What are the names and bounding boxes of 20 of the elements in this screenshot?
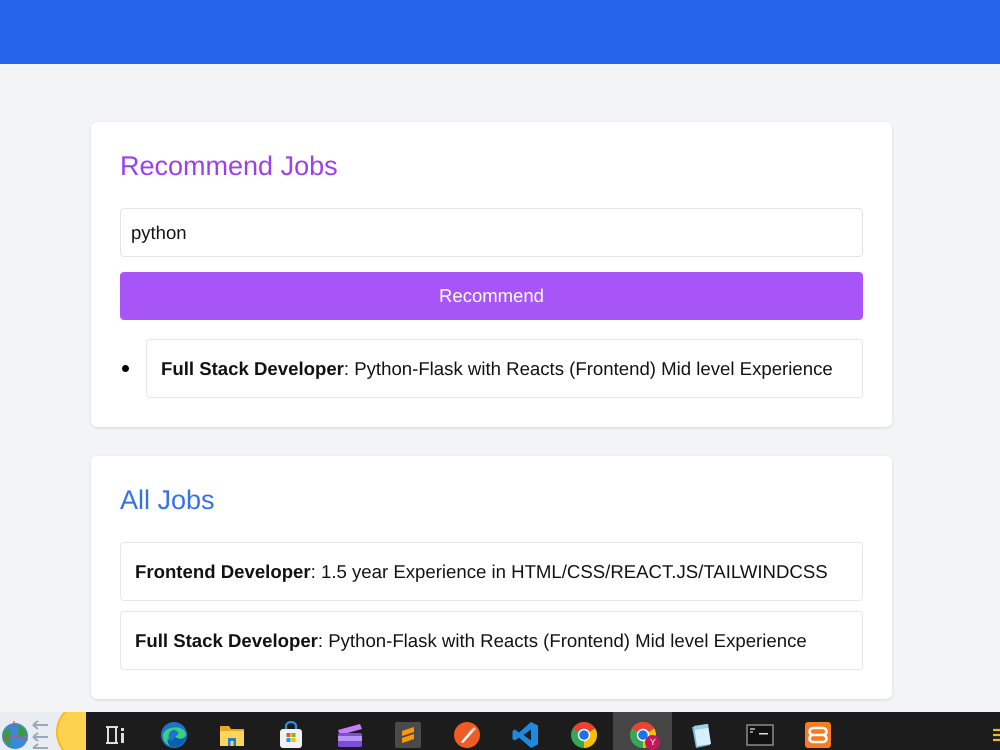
job-listing: Full Stack Developer: Python-Flask with Reacts (Frontend) Mid level Experience xyxy=(146,339,863,398)
s-shape-icon xyxy=(394,721,422,749)
swirl-icon xyxy=(160,721,188,749)
browser-icon xyxy=(570,721,598,749)
section-title: All Jobs xyxy=(120,485,216,516)
bullet-icon xyxy=(122,365,129,372)
globe-icon[interactable] xyxy=(0,720,30,750)
recommend-button[interactable]: Recommend xyxy=(120,272,863,320)
avatar-badge: Y xyxy=(645,735,660,750)
taskbar-button[interactable]: Y xyxy=(613,712,672,750)
search-field[interactable]: python xyxy=(120,208,863,257)
ribbon-icon xyxy=(511,721,540,749)
job-listing: Full Stack Developer: Python-Flask with Reacts (Frontend) Mid level Experience xyxy=(120,611,863,670)
clapperboard-icon xyxy=(336,721,364,749)
arrows-icon xyxy=(30,720,50,750)
knot-tile-icon xyxy=(804,721,832,749)
section-title: Recommend Jobs xyxy=(120,151,339,182)
job-listing: Frontend Developer: 1.5 year Experience in HTML/CSS/REACT.JS/TAILWINDCSS xyxy=(120,542,863,601)
tray-icon[interactable] xyxy=(993,728,1000,744)
pen-circle-icon xyxy=(452,721,481,749)
